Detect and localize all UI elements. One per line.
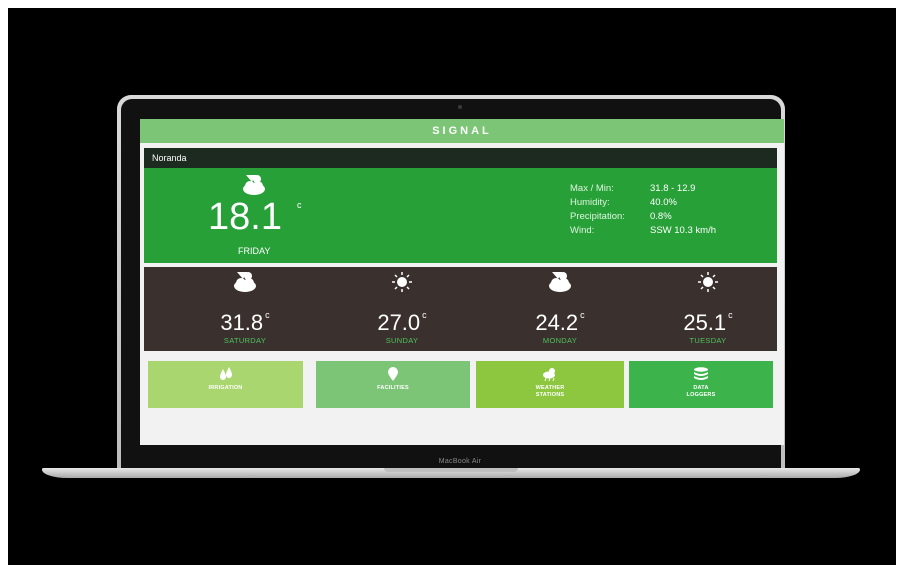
stat-label-humidity: Humidity:: [570, 197, 610, 208]
irrigation-tile[interactable]: IRRIGATION: [148, 361, 303, 408]
weather-stat-values: 31.8 - 12.9 40.0% 0.8% SSW 10.3 km/h: [650, 182, 716, 238]
forecast-temperature: 25.1 c: [683, 310, 733, 335]
forecast-day-name: MONDAY: [542, 336, 578, 345]
location-pin-icon: [388, 367, 398, 381]
forecast-panel: 31.8 c SATURDAY 27.0 c SUNDAY 24.2 c MON…: [144, 267, 777, 351]
weather-station-icon: [543, 368, 555, 381]
stat-value-wind: SSW 10.3 km/h: [650, 225, 716, 236]
forecast-day-tuesday: 25.1 c TUESDAY: [653, 267, 763, 351]
stat-label-max-min: Max / Min:: [570, 183, 614, 194]
stat-value-humidity: 40.0%: [650, 197, 677, 208]
forecast-temperature: 24.2 c: [535, 310, 585, 335]
partly-cloudy-icon: [549, 272, 571, 292]
forecast-day-name: SATURDAY: [223, 336, 267, 345]
partly-cloudy-icon: [234, 272, 256, 292]
forecast-temperature: 31.8 c: [220, 310, 270, 335]
forecast-day-monday: 24.2 c MONDAY: [505, 267, 615, 351]
tile-label: WEATHER STATIONS: [535, 385, 565, 398]
facilities-tile[interactable]: FACILITIES: [316, 361, 470, 408]
forecast-day-sunday: 27.0 c SUNDAY: [347, 267, 457, 351]
sunny-icon: [698, 272, 718, 292]
current-temperature: 18.1: [208, 196, 282, 238]
tile-label: IRRIGATION: [208, 385, 243, 391]
stat-value-precipitation: 0.8%: [650, 211, 672, 222]
forecast-temperature: 27.0 c: [377, 310, 427, 335]
location-name: Noranda: [144, 148, 777, 168]
tile-label: DATA LOGGERS: [686, 385, 716, 398]
current-temperature-unit: c: [297, 200, 302, 210]
sunny-icon: [392, 272, 412, 292]
forecast-day-saturday: 31.8 c SATURDAY: [190, 267, 300, 351]
stat-value-max-min: 31.8 - 12.9: [650, 183, 696, 194]
tile-label: FACILITIES: [377, 385, 409, 391]
app-title: SIGNAL: [140, 119, 784, 143]
database-icon: [694, 367, 708, 380]
stat-label-wind: Wind:: [570, 225, 595, 236]
app-screen: SIGNAL Noranda 18.1 c FRIDAY Max / Min: …: [140, 119, 784, 445]
weather-stations-tile[interactable]: WEATHER STATIONS: [476, 361, 624, 408]
camera-icon: [458, 105, 462, 109]
data-loggers-tile[interactable]: DATA LOGGERS: [629, 361, 773, 408]
current-weather-panel: Noranda 18.1 c FRIDAY Max / Min: Humidit…: [144, 148, 777, 263]
laptop-notch: [384, 468, 518, 472]
water-drops-icon: [219, 367, 232, 380]
forecast-day-name: TUESDAY: [689, 336, 727, 345]
device-label: MacBook Air: [438, 458, 482, 465]
stat-label-precipitation: Precipitation:: [570, 211, 625, 222]
weather-stat-labels: Max / Min: Humidity: Precipitation: Wind…: [570, 182, 625, 238]
partly-cloudy-icon: [243, 175, 265, 195]
current-day: FRIDAY: [238, 246, 271, 256]
forecast-day-name: SUNDAY: [385, 336, 419, 345]
